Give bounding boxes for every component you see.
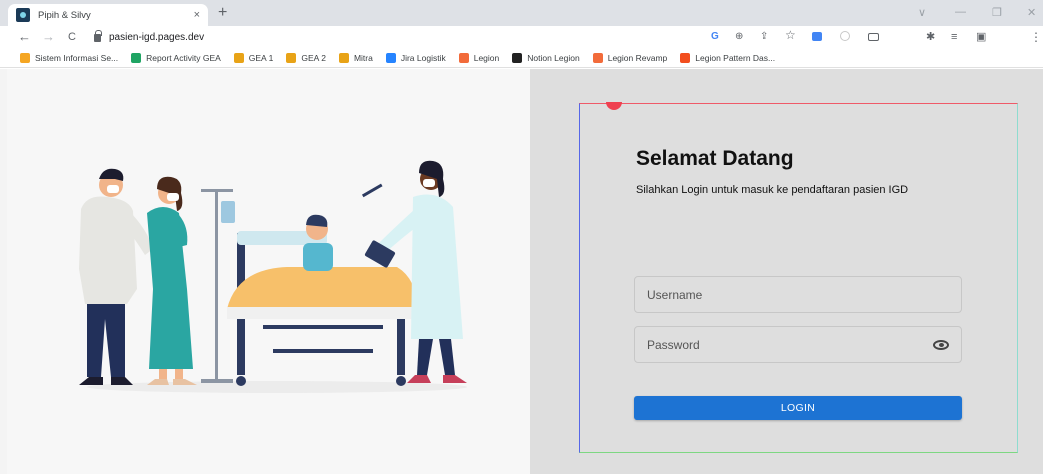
bookmark-icon [680,52,691,63]
hospital-illustration-icon [79,160,467,393]
bookmark-item[interactable]: Report Activity GEA [131,52,221,63]
mother-figure [147,176,197,385]
show-password-eye-icon[interactable] [933,339,949,350]
card-accent-blob [606,102,622,110]
bookmark-icon [592,52,603,63]
extensions-puzzle-icon[interactable]: ✱ [926,30,935,44]
bookmark-item[interactable]: Jira Logistik [385,52,446,63]
username-input[interactable] [647,287,949,302]
tab-title: Pipih & Silvy [38,9,91,21]
password-input[interactable] [647,337,933,352]
browser-menu-icon[interactable]: ⋮ [1030,30,1042,44]
bookmark-item[interactable]: Legion Pattern Das... [680,52,776,63]
extension-clock-icon[interactable] [840,31,850,41]
back-button[interactable]: ← [18,29,31,45]
bookmark-item[interactable]: GEA 1 [233,52,274,63]
camera-icon[interactable] [868,33,879,41]
bookmark-label: Legion [473,52,500,63]
bookmarks-bar: Sistem Informasi Se... Report Activity G… [0,48,1043,68]
tab-close-icon[interactable]: × [194,9,200,21]
browser-toolbar: ← → C pasien-igd.pages.dev G ⊕ ⇪ ☆ ✱ ≡ ▣… [0,26,1043,48]
side-panel-icon[interactable]: ▣ [976,30,986,44]
site-favicon-icon [16,8,30,22]
close-window-button[interactable]: ✕ [1027,6,1036,19]
iv-stand [201,189,235,383]
share-icon[interactable]: ⇪ [760,30,768,44]
reading-list-icon[interactable]: ≡ [951,30,957,44]
bookmark-label: Legion Pattern Das... [695,52,776,63]
bookmark-label: Legion Revamp [607,52,668,63]
father-figure [79,168,153,385]
install-app-icon[interactable]: ⊕ [735,30,743,44]
bookmark-item[interactable]: Legion Revamp [592,52,668,63]
bookmark-label: Sistem Informasi Se... [35,52,119,63]
login-card: Selamat Datang Silahkan Login untuk masu… [579,102,1018,453]
username-field[interactable] [634,276,962,313]
browser-tab[interactable]: Pipih & Silvy × [8,4,208,26]
login-button[interactable]: LOGIN [634,396,962,420]
bookmark-icon [512,52,523,63]
reload-button[interactable]: C [68,29,76,45]
new-tab-button[interactable]: + [218,4,227,22]
url-text[interactable]: pasien-igd.pages.dev [109,32,204,43]
bookmark-item[interactable]: GEA 2 [286,52,326,63]
maximize-button[interactable]: ❐ [992,6,1002,19]
bookmark-icon [233,52,244,63]
login-panel: Selamat Datang Silahkan Login untuk masu… [530,69,1043,474]
password-field[interactable] [634,326,962,363]
page-content: Selamat Datang Silahkan Login untuk masu… [0,69,1043,474]
google-translate-icon[interactable]: G [711,30,719,44]
bookmark-icon [458,52,469,63]
tab-bar: Pipih & Silvy × + ∨ — ❐ ✕ [0,0,1043,26]
bookmark-icon [385,52,396,63]
bookmark-item[interactable]: Mitra [338,52,373,63]
bookmark-icon [286,52,297,63]
bookmark-label: Report Activity GEA [146,52,221,63]
bookmark-icon [20,52,30,63]
bookmark-label: Notion Legion [527,52,580,63]
minimize-button[interactable]: — [955,6,966,18]
page-title: Selamat Datang [636,147,794,170]
bookmark-label: GEA 2 [301,52,326,63]
forward-button[interactable]: → [42,29,55,45]
bookmark-item[interactable]: Sistem Informasi Se... [20,52,119,63]
page-subtitle: Silahkan Login untuk masuk ke pendaftara… [636,184,909,196]
illustration-panel [7,69,530,474]
bookmark-item[interactable]: Notion Legion [512,52,580,63]
extension-blue-icon[interactable] [812,32,822,41]
bookmark-star-icon[interactable]: ☆ [785,28,796,42]
tab-search-icon[interactable]: ∨ [918,6,926,19]
bookmark-label: Mitra [353,52,373,63]
bookmark-icon [338,52,349,63]
bookmark-label: GEA 1 [248,52,274,63]
lock-icon[interactable] [94,30,102,42]
bookmark-icon [131,52,142,63]
bookmark-label: Jira Logistik [400,52,446,63]
bookmark-item[interactable]: Legion [458,52,500,63]
